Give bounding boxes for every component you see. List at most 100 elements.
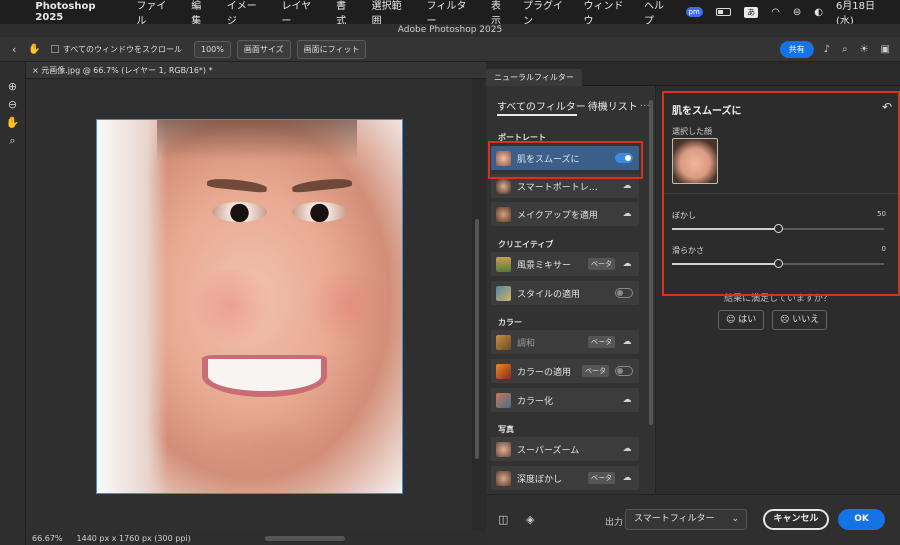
menu-layer[interactable]: レイヤー: [281, 0, 320, 27]
filter-label: スタイルの適用: [517, 289, 581, 300]
fit-screen-button[interactable]: 画面サイズ: [236, 39, 291, 59]
highlight-box-settings: [662, 91, 900, 296]
scrollbar-thumb[interactable]: [475, 219, 479, 459]
menu-filter[interactable]: フィルター: [427, 0, 475, 27]
zoom-out-icon[interactable]: ⊖: [8, 98, 17, 111]
cancel-button[interactable]: キャンセル: [763, 509, 829, 530]
layers-icon[interactable]: ◈: [526, 513, 534, 526]
chevron-down-icon: ⌄: [731, 514, 739, 524]
hand-icon[interactable]: ✋: [6, 116, 20, 129]
super-zoom-thumb: [496, 441, 511, 457]
menu-view[interactable]: 表示: [491, 0, 510, 27]
filter-landscape-mixer[interactable]: 風景ミキサー ベータ ☁: [491, 252, 639, 276]
back-arrow-icon[interactable]: ‹: [12, 43, 16, 56]
compare-icon[interactable]: ◫: [498, 513, 508, 526]
filter-makeup-transfer[interactable]: メイクアップを適用 ☁: [491, 202, 639, 226]
fill-screen-button[interactable]: 画面にフィット: [296, 39, 367, 59]
cloud-download-icon[interactable]: ☁: [621, 259, 633, 269]
search-icon[interactable]: ⌕: [842, 44, 848, 55]
hand-tool-icon[interactable]: ✋: [28, 44, 40, 55]
depth-blur-thumb: [496, 470, 511, 486]
style-transfer-toggle[interactable]: [615, 288, 633, 298]
landscape-mixer-thumb: [496, 256, 511, 272]
cloud-download-icon[interactable]: ☁: [621, 181, 633, 191]
close-tab-icon[interactable]: ×: [32, 66, 41, 75]
menu-select[interactable]: 選択範囲: [372, 0, 411, 27]
color-transfer-toggle[interactable]: [615, 366, 633, 376]
canvas-vertical-scrollbar[interactable]: [472, 79, 482, 531]
tab-all-filters[interactable]: すべてのフィルター: [497, 98, 586, 113]
zoom-in-icon[interactable]: ⊕: [8, 80, 17, 93]
menu-edit[interactable]: 編集: [191, 0, 210, 27]
output-select[interactable]: スマートフィルター ⌄: [625, 509, 747, 530]
highlight-box-filter: [488, 141, 643, 179]
filter-label: スーパーズーム: [517, 445, 580, 456]
section-creative: クリエイティブ: [498, 240, 554, 249]
ime-icon[interactable]: あ: [744, 6, 759, 18]
share-button[interactable]: 共有: [779, 40, 814, 58]
filter-color-transfer[interactable]: カラーの適用 ベータ: [491, 359, 639, 383]
frown-icon: ☹: [780, 315, 793, 325]
magnifier-icon[interactable]: ⌕: [9, 134, 15, 148]
status-bar: 66.67% 1440 px x 1760 px (300 ppi): [26, 531, 486, 545]
zoom-level[interactable]: 66.67%: [32, 534, 63, 543]
cloud-download-icon[interactable]: ☁: [621, 473, 633, 483]
style-transfer-thumb: [496, 285, 511, 301]
filter-depth-blur[interactable]: 深度ぼかし ベータ ☁: [491, 466, 639, 490]
zoom-100-button[interactable]: 100%: [193, 40, 231, 58]
filter-label: 調和: [517, 338, 536, 349]
ok-button[interactable]: OK: [838, 509, 885, 530]
menu-help[interactable]: ヘルプ: [644, 0, 673, 27]
tools-panel: ⊕ ⊖ ✋ ⌕: [0, 62, 26, 545]
menu-type[interactable]: 書式: [336, 0, 355, 27]
battery-icon[interactable]: [715, 8, 732, 16]
active-tab-underline: [497, 114, 577, 116]
pm-badge-icon[interactable]: pm: [685, 7, 703, 17]
no-button[interactable]: ☹ いいえ: [772, 310, 828, 330]
portrait-photo: [96, 119, 403, 494]
tab-waitlist[interactable]: 待機リスト: [588, 98, 638, 113]
beta-badge: ベータ: [588, 472, 615, 484]
smile-icon: ☺: [726, 315, 739, 325]
wifi-icon[interactable]: ◠: [771, 7, 780, 18]
yes-label: はい: [738, 315, 757, 325]
list-tabs: すべてのフィルター 待機リスト…: [497, 98, 650, 116]
beta-badge: ベータ: [588, 336, 615, 348]
macos-menu-bar: Photoshop 2025 ファイル 編集 イメージ レイヤー 書式 選択範囲…: [0, 0, 900, 27]
beta-badge: ベータ: [588, 258, 615, 270]
filter-list-scrollbar[interactable]: [649, 100, 653, 425]
filter-colorize[interactable]: カラー化 ☁: [491, 388, 639, 412]
options-bar: ‹ ✋ すべてのウィンドウをスクロール 100% 画面サイズ 画面にフィット 共…: [0, 37, 900, 62]
cloud-download-icon[interactable]: ☁: [621, 444, 633, 454]
menu-image[interactable]: イメージ: [227, 0, 266, 27]
panel-bottom-bar: ◫ ◈ 出力 スマートフィルター ⌄ キャンセル OK: [486, 494, 900, 545]
menu-plugins[interactable]: プラグイン: [523, 0, 571, 27]
filter-style-transfer[interactable]: スタイルの適用: [491, 281, 639, 305]
scroll-all-checkbox[interactable]: [50, 45, 59, 53]
bell-icon[interactable]: ♪: [824, 44, 830, 55]
filter-harmonization[interactable]: 調和 ベータ ☁: [491, 330, 639, 354]
tab-neural-filters[interactable]: ニューラルフィルター: [486, 69, 582, 86]
filter-super-zoom[interactable]: スーパーズーム ☁: [491, 437, 639, 461]
filter-label: スマートポートレ…: [517, 182, 598, 193]
document-tab[interactable]: × 元画像.jpg @ 66.7% (レイヤー 1, RGB/16*) *: [26, 62, 486, 79]
control-center-icon[interactable]: ⊜: [793, 7, 801, 18]
scroll-all-option[interactable]: すべてのウィンドウをスクロール: [50, 44, 182, 55]
date-label[interactable]: 6月18日(水): [836, 0, 890, 27]
menu-file[interactable]: ファイル: [136, 0, 175, 27]
color-transfer-thumb: [496, 363, 511, 379]
menu-app-name[interactable]: Photoshop 2025: [35, 1, 124, 23]
horizontal-scrollbar[interactable]: [264, 535, 345, 541]
document-tab-title: 元画像.jpg @ 66.7% (レイヤー 1, RGB/16*) *: [41, 66, 213, 75]
makeup-transfer-thumb: [496, 206, 511, 222]
window-title: Adobe Photoshop 2025: [0, 24, 900, 37]
cloud-download-icon[interactable]: ☁: [621, 395, 633, 405]
output-value: スマートフィルター: [634, 514, 715, 524]
lightbulb-icon[interactable]: ☀: [860, 44, 869, 55]
cloud-download-icon[interactable]: ☁: [621, 209, 633, 219]
user-icon[interactable]: ◐: [814, 7, 823, 18]
workspace-icon[interactable]: ▣: [881, 44, 890, 55]
yes-button[interactable]: ☺ はい: [718, 310, 765, 330]
menu-window[interactable]: ウィンドウ: [584, 0, 632, 27]
cloud-download-icon[interactable]: ☁: [621, 337, 633, 347]
